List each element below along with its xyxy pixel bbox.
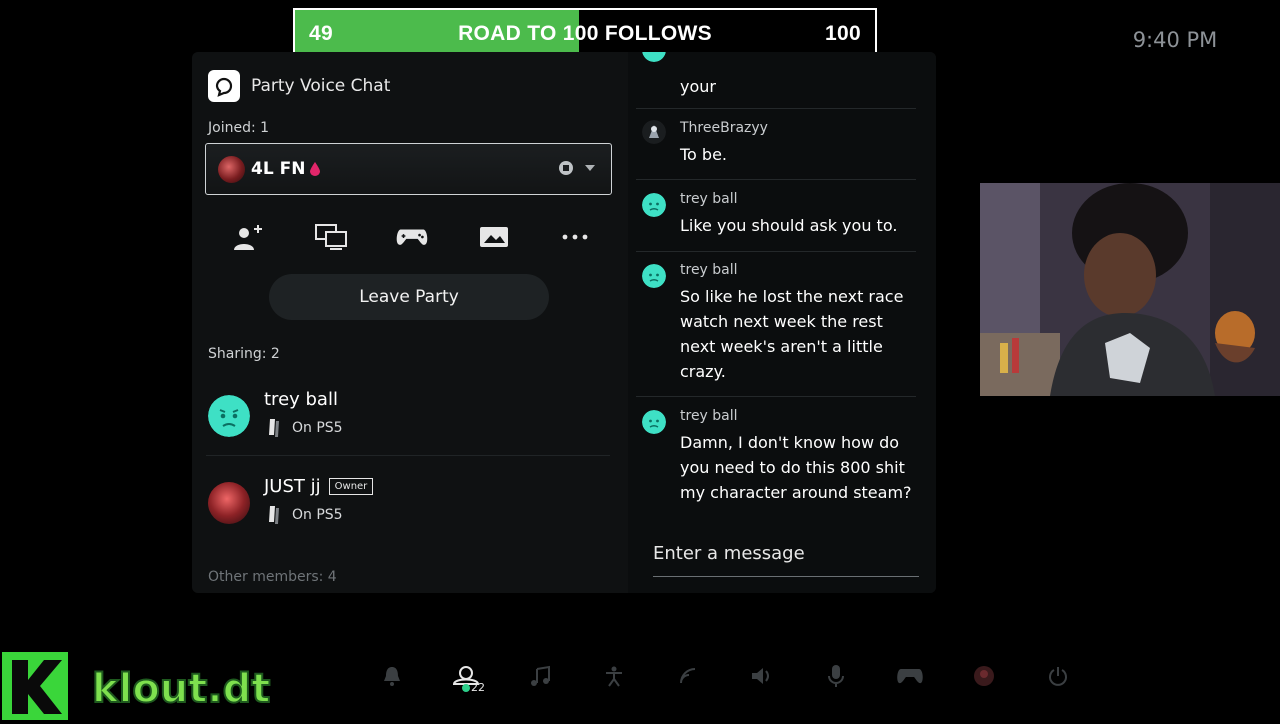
- party-panel: Party Voice Chat Joined: 1 4L FN Leave P…: [192, 52, 936, 593]
- user-avatar-icon: [974, 666, 994, 686]
- member-name: trey ball: [264, 389, 338, 410]
- ps5-console-icon: [269, 419, 279, 437]
- chat-message-text: So like he lost the next race watch next…: [680, 287, 904, 381]
- music-button[interactable]: [503, 656, 577, 696]
- chat-section: your ThreeBrazyy To be. trey ball Like y…: [628, 52, 936, 593]
- mic-button[interactable]: [799, 656, 873, 696]
- avatar: [642, 193, 666, 217]
- share-screen-button[interactable]: [314, 220, 348, 254]
- other-members-label: Other members: 4: [208, 569, 337, 585]
- chat-message: trey ball Damn, I don't know how do you …: [636, 408, 916, 505]
- chat-message-text: Like you should ask you to.: [680, 216, 898, 235]
- chat-message: trey ball So like he lost the next race …: [636, 262, 916, 397]
- notifications-button[interactable]: [355, 656, 429, 696]
- game-base-count: 22: [471, 681, 485, 694]
- joined-count-label: Joined: 1: [208, 120, 270, 136]
- game-base-button[interactable]: 22: [429, 656, 503, 696]
- klout-logo-icon: klout.dt: [2, 652, 271, 720]
- webcam-image: [980, 183, 1280, 396]
- share-screen-icon: [314, 224, 347, 250]
- joined-member-select[interactable]: 4L FN: [205, 143, 612, 195]
- member-name: JUST jj Owner: [264, 476, 374, 497]
- accessibility-icon: [606, 666, 622, 687]
- chat-author: trey ball: [680, 408, 738, 424]
- chat-message: trey ball Like you should ask you to.: [636, 191, 916, 252]
- chat-message-text: your: [680, 77, 716, 96]
- speaker-icon: [752, 668, 769, 684]
- party-voice-chat-icon: [208, 70, 240, 102]
- controller-icon: [396, 229, 428, 245]
- bell-icon: [384, 667, 400, 686]
- microphone-icon: [828, 665, 844, 687]
- member-row[interactable]: trey ball On PS5: [206, 385, 610, 456]
- webcam-feed: [980, 183, 1280, 396]
- view-screen-button[interactable]: [477, 220, 511, 254]
- controller-icon: [897, 669, 923, 684]
- member-platform: On PS5: [268, 419, 343, 437]
- power-button[interactable]: [1021, 656, 1095, 696]
- party-title: Party Voice Chat: [251, 76, 391, 96]
- avatar: [208, 395, 250, 437]
- broadcast-icon: [479, 227, 508, 247]
- selected-member-name: 4L FN: [251, 159, 306, 179]
- streamer-logo: klout.dt: [0, 650, 310, 720]
- more-icon: [562, 234, 588, 240]
- chat-message-text: To be.: [680, 145, 728, 164]
- wireless-icon: [680, 668, 696, 684]
- follow-goal-target: 100: [825, 21, 861, 45]
- party-members-section: Party Voice Chat Joined: 1 4L FN Leave P…: [192, 52, 624, 593]
- power-icon: [1049, 667, 1067, 686]
- ps5-console-icon: [269, 506, 279, 524]
- controller-settings-button[interactable]: [873, 656, 947, 696]
- party-actions: [232, 220, 592, 254]
- sound-button[interactable]: [725, 656, 799, 696]
- chevron-down-icon[interactable]: [585, 165, 595, 171]
- sharing-count-label: Sharing: 2: [208, 346, 280, 362]
- blood-drop-icon: [310, 162, 321, 176]
- chat-author: trey ball: [680, 191, 738, 207]
- chat-message: your: [636, 52, 916, 109]
- chat-author: ThreeBrazyy: [680, 120, 768, 136]
- system-clock: 9:40 PM: [1132, 28, 1218, 52]
- avatar: [642, 120, 666, 144]
- add-user-icon: [234, 225, 262, 250]
- accessibility-button[interactable]: [577, 656, 651, 696]
- avatar: [208, 482, 250, 524]
- share-play-button[interactable]: [395, 220, 429, 254]
- message-input[interactable]: Enter a message: [653, 543, 919, 577]
- party-header: Party Voice Chat: [208, 70, 390, 102]
- more-options-button[interactable]: [558, 220, 592, 254]
- svg-text:klout.dt: klout.dt: [92, 666, 270, 712]
- member-row[interactable]: JUST jj Owner On PS5: [206, 472, 610, 542]
- control-center-dock: 22: [355, 656, 1095, 696]
- avatar: [218, 155, 245, 183]
- chat-message-text: Damn, I don't know how do you need to do…: [680, 433, 912, 502]
- member-platform: On PS5: [268, 506, 343, 524]
- mute-status-icon: [559, 161, 573, 175]
- avatar: [642, 264, 666, 288]
- music-icon: [531, 665, 550, 686]
- chat-message: ThreeBrazyy To be.: [636, 120, 916, 180]
- user-button[interactable]: [947, 656, 1021, 696]
- avatar: [642, 410, 666, 434]
- leave-party-button[interactable]: Leave Party: [269, 274, 549, 320]
- owner-badge: Owner: [328, 478, 374, 495]
- remote-play-button[interactable]: [651, 656, 725, 696]
- online-status-dot: [462, 684, 470, 692]
- chat-author: trey ball: [680, 262, 738, 278]
- follow-goal-title: ROAD TO 100 FOLLOWS: [458, 21, 712, 45]
- invite-button[interactable]: [232, 220, 266, 254]
- avatar: [642, 52, 666, 62]
